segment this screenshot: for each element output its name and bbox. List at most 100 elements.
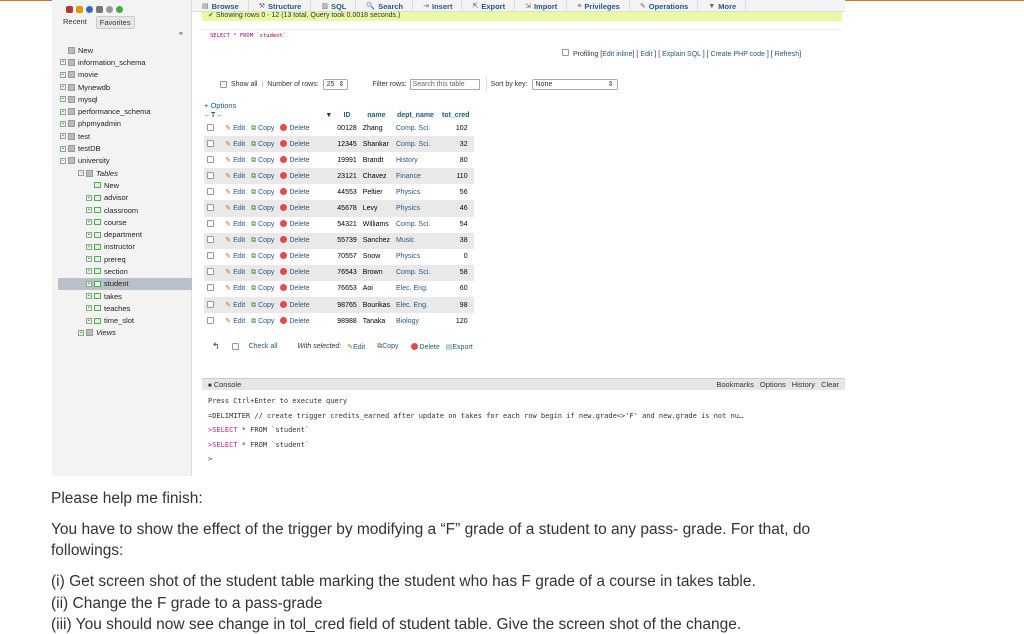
console-line-select-1[interactable]: >SELECT * FROM `student` xyxy=(208,423,845,438)
row-delete-button[interactable]: Delete xyxy=(280,268,310,276)
expand-icon[interactable]: + xyxy=(60,84,66,91)
row-checkbox[interactable] xyxy=(207,204,214,212)
cell-id[interactable]: 70557 xyxy=(334,248,360,265)
row-copy-button[interactable]: ⧉ Copy xyxy=(251,221,274,228)
cell-tot-cred[interactable]: 58 xyxy=(437,264,474,281)
cell-id[interactable]: 76543 xyxy=(334,264,360,281)
row-edit-button[interactable]: ✎ Edit xyxy=(225,302,245,309)
check-all-checkbox[interactable] xyxy=(231,343,239,350)
menu-sql[interactable]: ▥ SQL xyxy=(311,0,357,12)
tree-item[interactable]: + Mynewdb xyxy=(58,81,192,93)
cell-name[interactable]: Zhang xyxy=(359,120,393,137)
expand-icon[interactable]: + xyxy=(86,256,92,263)
cell-id[interactable]: 55739 xyxy=(334,232,360,249)
row-delete-button[interactable]: Delete xyxy=(280,236,310,244)
cell-id[interactable]: 12345 xyxy=(334,136,360,153)
row-copy-button[interactable]: ⧉ Copy xyxy=(251,318,274,325)
expand-icon[interactable]: + xyxy=(60,108,66,115)
row-edit-button[interactable]: ✎ Edit xyxy=(225,157,245,164)
console-prompt[interactable]: > xyxy=(208,452,845,467)
menu-structure[interactable]: ⚒ Structure xyxy=(249,0,312,12)
column-header-dept-name[interactable]: dept_name xyxy=(393,110,438,120)
sort-down-icon[interactable]: ▼ xyxy=(325,112,332,119)
column-arrows-icon[interactable]: ←T→ xyxy=(204,112,222,119)
create-php-link[interactable]: Create PHP code xyxy=(711,51,765,58)
tree-item[interactable]: + section xyxy=(58,265,192,277)
cell-dept-name[interactable]: Elec. Eng. xyxy=(393,280,438,298)
console-line-trigger[interactable]: =DELIMITER // create trigger credits_ear… xyxy=(208,409,845,424)
row-checkbox[interactable] xyxy=(207,284,214,292)
edit-inline-link[interactable]: Edit inline xyxy=(602,51,632,58)
row-delete-button[interactable]: Delete xyxy=(280,300,310,309)
column-header-name[interactable]: name xyxy=(360,110,393,120)
row-copy-button[interactable]: ⧉ Copy xyxy=(251,157,274,164)
row-copy-button[interactable]: ⧉ Copy xyxy=(251,237,274,244)
tree-item[interactable]: + student xyxy=(58,277,192,290)
cell-tot-cred[interactable]: 98 xyxy=(437,297,474,314)
cell-tot-cred[interactable]: 32 xyxy=(437,136,474,153)
row-copy-button[interactable]: ⧉ Copy xyxy=(251,302,274,309)
menu-privileges[interactable]: ≡ Privileges xyxy=(567,0,630,12)
bulk-copy-button[interactable]: ⧉Copy xyxy=(377,343,398,351)
cell-tot-cred[interactable]: 38 xyxy=(437,232,474,249)
row-copy-button[interactable]: ⧉ Copy xyxy=(251,125,274,132)
row-checkbox[interactable] xyxy=(207,316,214,324)
tree-item[interactable]: + prereq xyxy=(58,253,192,265)
menu-export[interactable]: ⇱ Export xyxy=(462,0,516,12)
cell-id[interactable]: 00128 xyxy=(334,120,360,137)
row-edit-button[interactable]: ✎ Edit xyxy=(225,237,245,244)
menu-import[interactable]: ⇲ Import xyxy=(515,0,568,12)
menu-operations[interactable]: ✎ Operations xyxy=(630,0,699,12)
cell-tot-cred[interactable]: 80 xyxy=(437,152,474,169)
cell-tot-cred[interactable]: 54 xyxy=(437,216,474,233)
tree-item[interactable]: + Views xyxy=(58,327,192,339)
tree-item[interactable]: + movie xyxy=(58,69,192,81)
home-icon[interactable] xyxy=(66,5,73,13)
bulk-edit-button[interactable]: ✎Edit xyxy=(347,343,365,351)
logout-icon[interactable] xyxy=(76,5,83,13)
tree-item[interactable]: + instructor xyxy=(58,241,192,253)
expand-icon[interactable]: + xyxy=(86,194,92,201)
column-header-tot-cred[interactable]: tot_cred xyxy=(438,110,474,120)
row-copy-button[interactable]: ⧉ Copy xyxy=(251,253,274,260)
row-checkbox[interactable] xyxy=(207,139,214,147)
expand-icon[interactable]: + xyxy=(86,219,92,226)
expand-icon[interactable]: + xyxy=(86,317,92,324)
tree-item[interactable]: +New xyxy=(58,179,192,191)
expand-icon[interactable]: + xyxy=(60,71,66,78)
row-copy-button[interactable]: ⧉ Copy xyxy=(251,285,274,292)
row-edit-button[interactable]: ✎ Edit xyxy=(225,141,245,148)
cell-name[interactable]: Williams xyxy=(359,216,393,233)
expand-icon[interactable]: + xyxy=(78,329,84,336)
settings-icon[interactable] xyxy=(106,5,113,13)
tab-recent[interactable]: Recent xyxy=(60,16,90,29)
row-delete-button[interactable]: Delete xyxy=(280,123,310,132)
row-checkbox[interactable] xyxy=(207,155,214,163)
docs-icon[interactable] xyxy=(96,5,103,13)
row-delete-button[interactable]: Delete xyxy=(280,139,310,148)
row-checkbox[interactable] xyxy=(207,171,214,179)
expand-icon[interactable]: + xyxy=(60,145,66,152)
console-line-select-2[interactable]: >SELECT * FROM `student` xyxy=(208,438,845,453)
cell-dept-name[interactable]: History xyxy=(393,152,438,169)
expand-icon[interactable]: − xyxy=(60,157,66,164)
expand-icon[interactable]: + xyxy=(60,133,66,140)
tab-favorites[interactable]: Favorites xyxy=(95,16,135,29)
row-delete-button[interactable]: Delete xyxy=(280,252,310,260)
tree-item[interactable]: + mysql xyxy=(58,93,192,105)
cell-id[interactable]: 54321 xyxy=(334,216,360,233)
tree-item[interactable]: − Tables xyxy=(58,167,192,179)
console-button-options[interactable]: Options xyxy=(760,380,786,389)
row-checkbox[interactable] xyxy=(207,123,214,131)
cell-name[interactable]: Aoi xyxy=(359,280,393,298)
filter-input[interactable]: Search this table xyxy=(409,78,480,90)
cell-dept-name[interactable]: Physics xyxy=(393,200,438,217)
tree-item[interactable]: +New xyxy=(58,44,192,56)
cell-tot-cred[interactable]: 102 xyxy=(437,120,474,137)
tree-item[interactable]: + teaches xyxy=(58,302,192,314)
expand-icon[interactable]: + xyxy=(86,305,92,312)
row-delete-button[interactable]: Delete xyxy=(280,187,310,196)
row-checkbox[interactable] xyxy=(207,220,214,228)
cell-tot-cred[interactable]: 46 xyxy=(437,200,474,217)
row-edit-button[interactable]: ✎ Edit xyxy=(225,269,245,276)
